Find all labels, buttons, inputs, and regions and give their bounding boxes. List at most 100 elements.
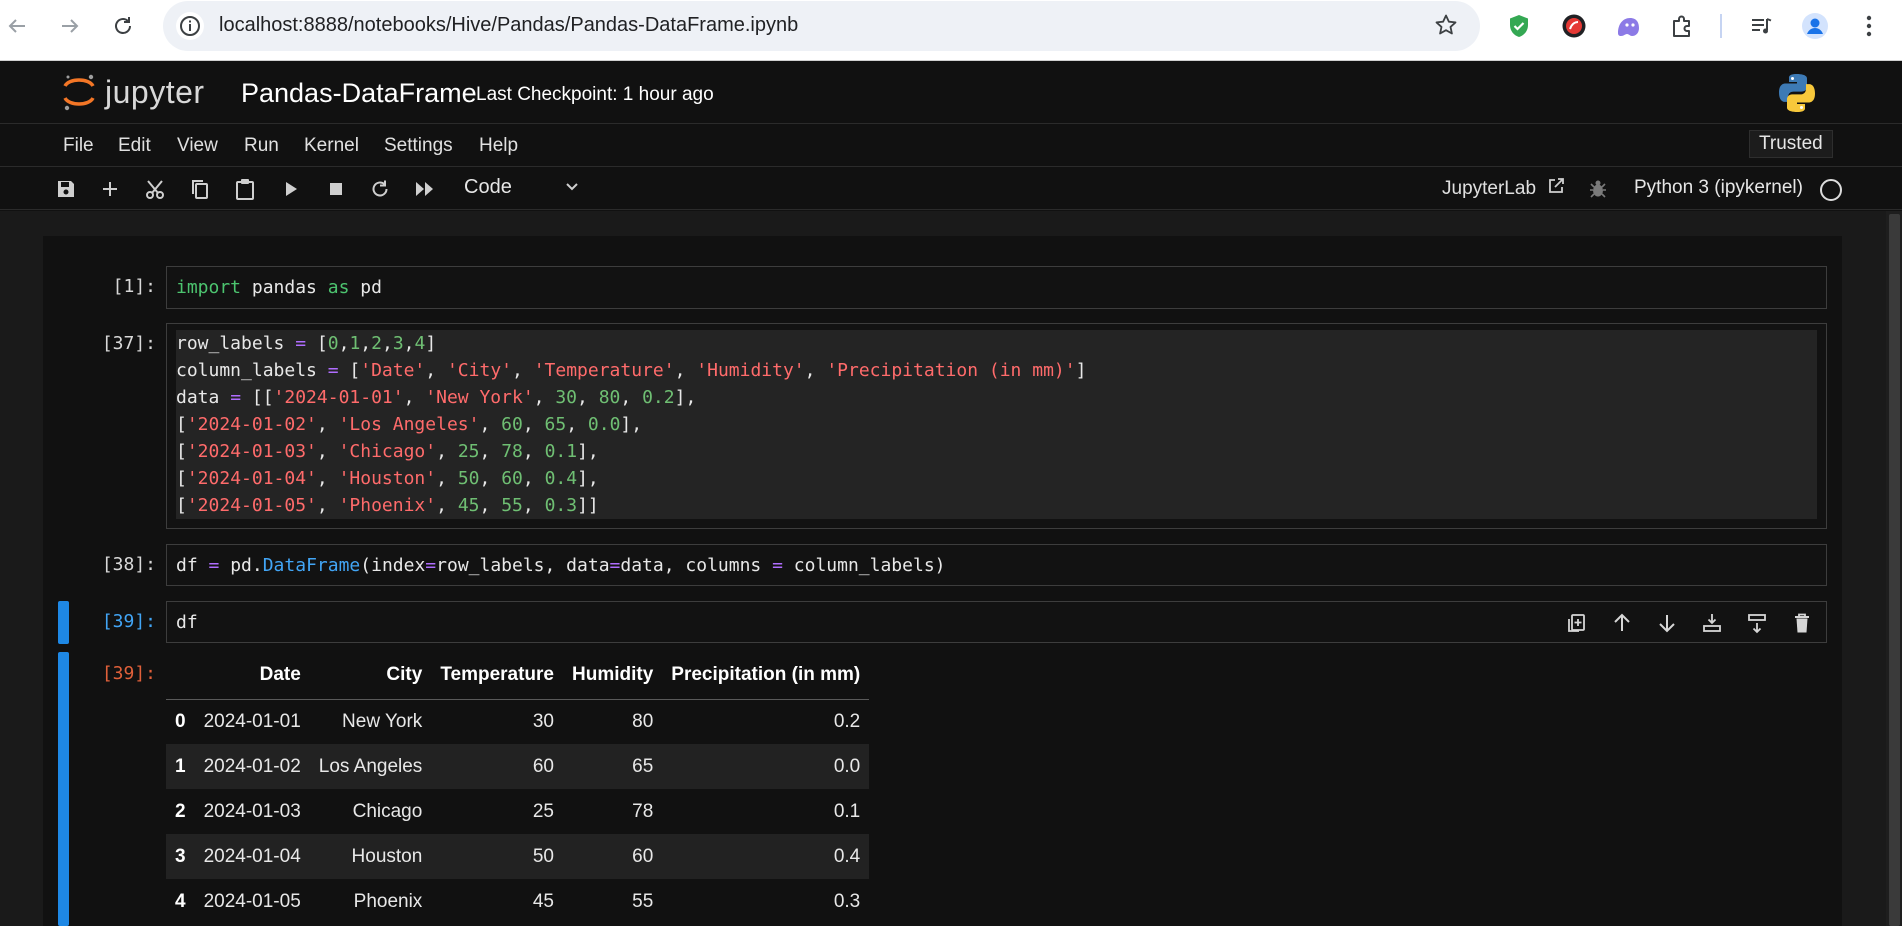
cell-precipitation: 0.0 [833, 755, 861, 777]
open-jupyterlab-link[interactable]: JupyterLab [1442, 177, 1565, 200]
profile-avatar-icon[interactable] [1801, 12, 1829, 40]
trusted-indicator[interactable]: Trusted [1749, 130, 1833, 158]
notebook-title[interactable]: Pandas-DataFrame [241, 78, 477, 109]
active-output-indicator[interactable] [58, 652, 69, 926]
bookmark-star-icon[interactable] [1434, 13, 1458, 44]
cell-date: 2024-01-05 [203, 890, 301, 912]
cell-city: Houston [351, 845, 423, 867]
chevron-down-icon[interactable] [564, 178, 580, 199]
output-prompt: [39]: [101, 663, 156, 684]
cell-humidity: 55 [632, 890, 654, 912]
red-extension-icon[interactable] [1560, 12, 1588, 40]
menu-settings[interactable]: Settings [384, 135, 453, 157]
table-row: 1 2024-01-02 Los Angeles 60 65 0.0 [166, 744, 870, 789]
media-controls-icon[interactable] [1748, 12, 1776, 40]
cell-3-editor[interactable]: df = pd.DataFrame(index=row_labels, data… [166, 544, 1827, 586]
address-bar[interactable]: localhost:8888/notebooks/Hive/Pandas/Pan… [163, 1, 1480, 51]
cell-temperature: 60 [532, 755, 554, 777]
cell-4-editor[interactable]: df [166, 601, 1827, 643]
cell-date: 2024-01-01 [203, 710, 301, 732]
cell-2-editor[interactable]: row_labels = [0,1,2,3,4] column_labels =… [166, 323, 1827, 529]
insert-below-icon[interactable] [1743, 609, 1771, 637]
scrollbar-thumb[interactable] [1889, 214, 1900, 926]
code-line: ['2024-01-04', 'Houston', 50, 60, 0.4], [176, 468, 599, 489]
code-line: ['2024-01-05', 'Phoenix', 45, 55, 0.3]] [176, 495, 599, 516]
code-line: ['2024-01-02', 'Los Angeles', 60, 65, 0.… [176, 414, 643, 435]
last-checkpoint: Last Checkpoint: 1 hour ago [476, 84, 714, 105]
python-logo-icon [1776, 72, 1818, 119]
code-line: column_labels = ['Date', 'City', 'Temper… [176, 360, 1087, 381]
shield-extension-icon[interactable] [1505, 12, 1533, 40]
column-header-precipitation: Precipitation (in mm) [662, 651, 870, 700]
code-line: ['2024-01-03', 'Chicago', 25, 78, 0.1], [176, 441, 599, 462]
insert-above-icon[interactable] [1698, 609, 1726, 637]
stop-icon[interactable] [324, 177, 348, 201]
notebook-toolbar: Code JupyterLab Python 3 (ipykernel) [0, 168, 1902, 210]
cell-1-editor[interactable]: import pandas as pd [166, 266, 1827, 309]
cell-humidity: 65 [632, 755, 654, 777]
url-text[interactable]: localhost:8888/notebooks/Hive/Pandas/Pan… [219, 14, 798, 37]
cell-date: 2024-01-04 [203, 845, 301, 867]
copy-icon[interactable] [188, 177, 212, 201]
row-index: 0 [175, 710, 186, 732]
cell-type-select[interactable]: Code [464, 176, 512, 199]
paste-icon[interactable] [233, 177, 257, 201]
column-header-temperature: Temperature [431, 651, 563, 700]
fast-forward-icon[interactable] [413, 177, 437, 201]
column-header-index [166, 651, 195, 700]
cell-city: Chicago [352, 800, 423, 822]
cell-humidity: 78 [632, 800, 654, 822]
cell-humidity: 60 [632, 845, 654, 867]
menu-file[interactable]: File [63, 135, 94, 157]
cell-date: 2024-01-02 [203, 755, 301, 777]
jupyter-logo[interactable]: jupyter [61, 72, 205, 112]
menu-help[interactable]: Help [479, 135, 518, 157]
site-info-icon[interactable] [176, 12, 204, 40]
duplicate-cell-icon[interactable] [1563, 609, 1591, 637]
back-arrow-icon[interactable] [2, 11, 32, 41]
row-index: 2 [175, 800, 186, 822]
row-index: 1 [175, 755, 186, 777]
table-row: 2 2024-01-03 Chicago 25 78 0.1 [166, 789, 869, 834]
cell-temperature: 50 [532, 845, 554, 867]
cell-city: New York [342, 710, 423, 732]
ghost-extension-icon[interactable] [1614, 12, 1642, 40]
menu-edit[interactable]: Edit [118, 135, 151, 157]
dataframe-table: Date City Temperature Humidity Precipita… [166, 651, 870, 924]
menu-kernel[interactable]: Kernel [304, 135, 359, 157]
cell-temperature: 25 [532, 800, 554, 822]
debugger-bug-icon[interactable] [1586, 177, 1610, 201]
cell-precipitation: 0.4 [833, 845, 861, 867]
kernel-name[interactable]: Python 3 (ipykernel) [1634, 177, 1803, 199]
move-down-arrow-icon[interactable] [1653, 609, 1681, 637]
toolbar-separator [1720, 14, 1722, 38]
column-header-humidity: Humidity [563, 651, 663, 700]
row-index: 3 [175, 845, 186, 867]
table-row: 4 2024-01-05 Phoenix 45 55 0.3 [166, 879, 869, 924]
add-cell-icon[interactable] [98, 177, 122, 201]
run-icon[interactable] [279, 177, 303, 201]
move-up-arrow-icon[interactable] [1608, 609, 1636, 637]
jupyter-wordmark: jupyter [105, 73, 205, 110]
menu-run[interactable]: Run [244, 135, 279, 157]
cell-action-toolbar [1563, 609, 1816, 637]
browser-menu-icon[interactable] [1855, 12, 1883, 40]
reload-icon[interactable] [108, 11, 138, 41]
code-line: df = pd.DataFrame(index=row_labels, data… [176, 555, 946, 576]
jupyter-logo-icon [63, 74, 95, 111]
cell-4-prompt: [39]: [101, 611, 156, 632]
external-link-icon [1549, 178, 1565, 193]
restart-icon[interactable] [368, 177, 392, 201]
forward-arrow-icon[interactable] [55, 11, 85, 41]
delete-cell-icon[interactable] [1788, 609, 1816, 637]
cell-date: 2024-01-03 [203, 800, 301, 822]
cell-2-prompt: [37]: [101, 333, 156, 354]
extensions-puzzle-icon[interactable] [1668, 12, 1696, 40]
save-icon[interactable] [54, 177, 78, 201]
browser-toolbar: localhost:8888/notebooks/Hive/Pandas/Pan… [0, 0, 1902, 61]
menu-view[interactable]: View [177, 135, 218, 157]
cell-humidity: 80 [632, 710, 654, 732]
cut-icon[interactable] [143, 177, 167, 201]
cell-temperature: 45 [532, 890, 554, 912]
menu-bar: File Edit View Run Kernel Settings Help … [0, 125, 1902, 167]
